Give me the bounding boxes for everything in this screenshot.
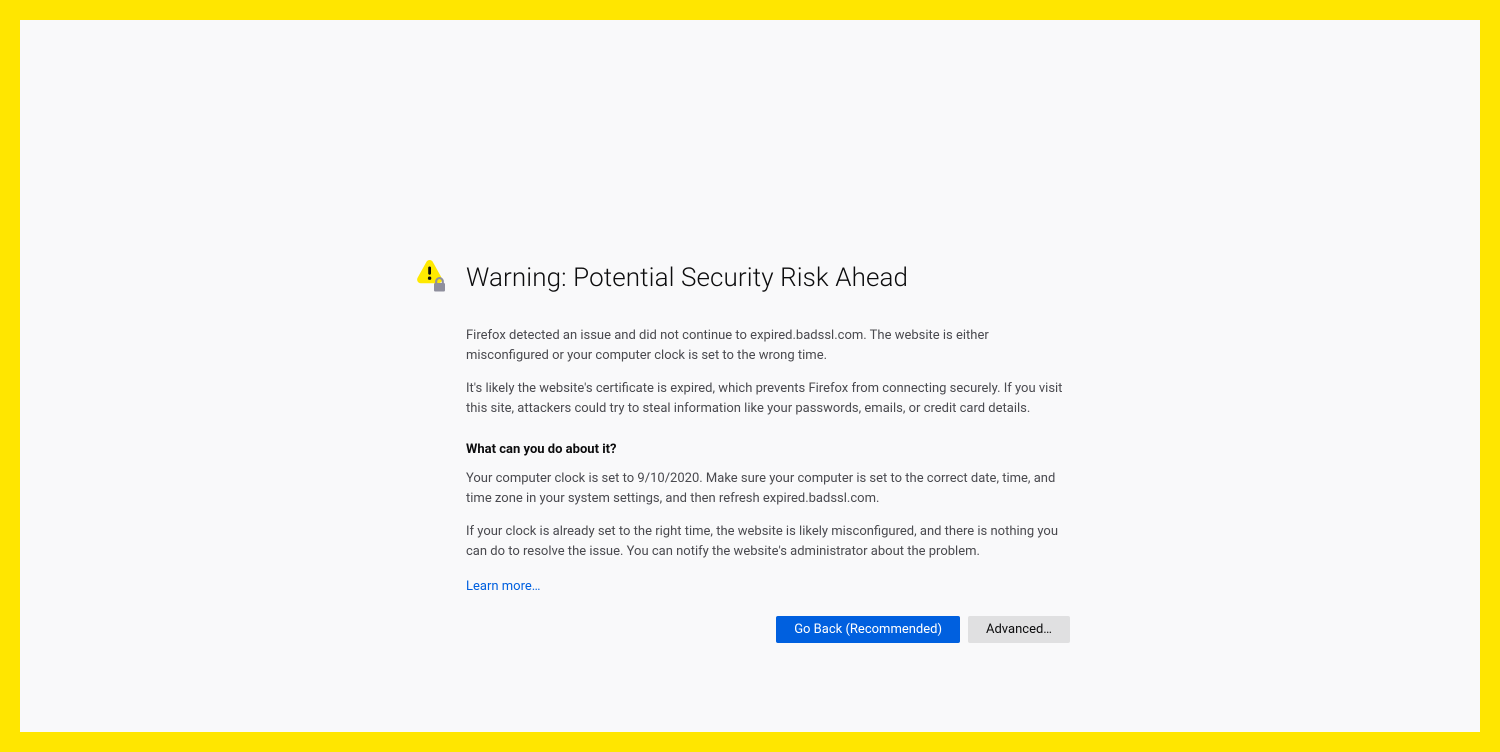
outer-frame: Warning: Potential Security Risk Ahead F…: [0, 0, 1500, 752]
warning-paragraph-4: If your clock is already set to the righ…: [466, 522, 1070, 561]
button-row: Go Back (Recommended) Advanced…: [466, 616, 1070, 643]
warning-paragraph-3: Your computer clock is set to 9/10/2020.…: [466, 469, 1070, 508]
advanced-button[interactable]: Advanced…: [968, 616, 1070, 643]
header-row: Warning: Potential Security Risk Ahead: [410, 264, 1070, 296]
warning-subheading: What can you do about it?: [466, 442, 1070, 457]
warning-title: Warning: Potential Security Risk Ahead: [466, 264, 908, 294]
error-page: Warning: Potential Security Risk Ahead F…: [20, 20, 1480, 732]
warning-lock-icon: [410, 260, 450, 296]
warning-paragraph-1: Firefox detected an issue and did not co…: [466, 326, 1070, 365]
body-column: Firefox detected an issue and did not co…: [466, 326, 1070, 643]
learn-more-link[interactable]: Learn more…: [466, 579, 540, 594]
content-container: Warning: Potential Security Risk Ahead F…: [410, 264, 1070, 643]
warning-paragraph-2: It's likely the website's certificate is…: [466, 379, 1070, 418]
go-back-button[interactable]: Go Back (Recommended): [776, 616, 960, 643]
